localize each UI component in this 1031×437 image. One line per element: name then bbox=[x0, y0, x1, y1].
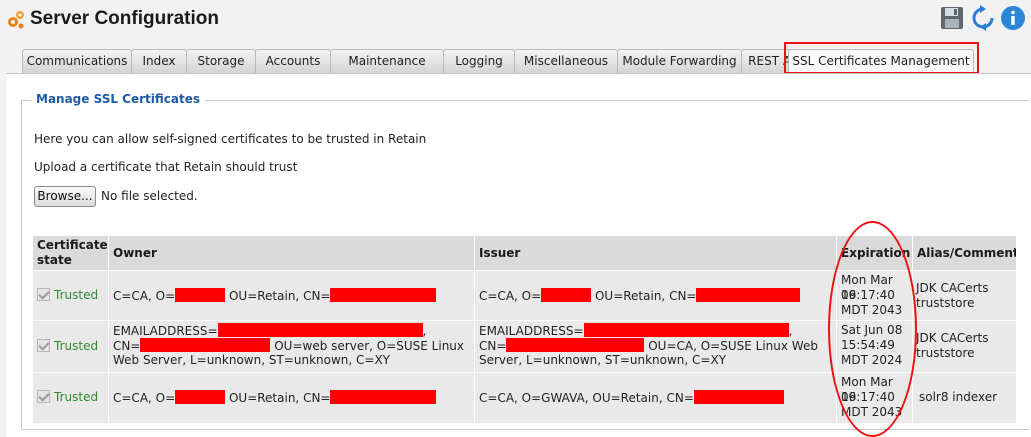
owner-cell: EMAILADDRESS=, CN= OU=web server, O=SUSE… bbox=[109, 321, 474, 372]
section-description: Here you can allow self-signed certifica… bbox=[34, 132, 427, 146]
tab-index[interactable]: Index bbox=[131, 49, 187, 73]
trusted-checkbox[interactable] bbox=[37, 390, 50, 403]
info-icon[interactable] bbox=[1000, 5, 1026, 31]
owner-cell: C=CA, O= OU=Retain, CN= bbox=[109, 373, 474, 423]
header-bar: Server Configuration bbox=[0, 0, 1031, 40]
upload-label: Upload a certificate that Retain should … bbox=[34, 160, 298, 174]
state-label: Trusted bbox=[54, 390, 99, 404]
alias-cell: solr8 indexer bbox=[913, 373, 1016, 423]
tab-logging[interactable]: Logging bbox=[443, 49, 515, 73]
redaction-mark bbox=[583, 323, 789, 337]
redaction-mark bbox=[541, 288, 592, 302]
tab-miscellaneous[interactable]: Miscellaneous bbox=[514, 49, 618, 73]
redaction-mark bbox=[696, 288, 801, 302]
issuer-cell: C=CA, O= OU=Retain, CN= bbox=[475, 271, 836, 320]
col-header-owner: Owner bbox=[109, 236, 474, 270]
redaction-mark bbox=[506, 338, 645, 352]
redaction-mark bbox=[330, 390, 437, 404]
alias-cell: JDK CACerts truststore bbox=[913, 321, 1016, 372]
floppy-disk-icon[interactable] bbox=[939, 5, 965, 31]
tab-accounts[interactable]: Accounts bbox=[255, 49, 331, 73]
browse-button[interactable]: Browse... bbox=[34, 186, 96, 207]
state-label: Trusted bbox=[54, 339, 99, 353]
file-status: No file selected. bbox=[101, 189, 198, 203]
issuer-cell: C=CA, O=GWAVA, OU=Retain, CN= bbox=[475, 373, 836, 423]
redaction-mark bbox=[330, 288, 437, 302]
col-header-state: Certificate state bbox=[33, 236, 108, 270]
redaction-mark bbox=[140, 338, 271, 352]
tab-maintenance[interactable]: Maintenance bbox=[330, 49, 444, 73]
alias-cell: JDK CACerts truststore bbox=[913, 271, 1016, 320]
table-row: Trusted bbox=[33, 271, 108, 320]
redaction-mark bbox=[175, 390, 226, 404]
tab-communications[interactable]: Communications bbox=[22, 49, 132, 73]
redaction-mark bbox=[217, 323, 423, 337]
refresh-icon[interactable] bbox=[970, 5, 996, 31]
table-row: Trusted bbox=[33, 373, 108, 423]
col-header-issuer: Issuer bbox=[475, 236, 836, 270]
owner-cell: C=CA, O= OU=Retain, CN= bbox=[109, 271, 474, 320]
tab-module-forwarding[interactable]: Module Forwarding bbox=[617, 49, 742, 73]
col-header-alias: Alias/Comment bbox=[913, 236, 1016, 270]
issuer-cell: EMAILADDRESS=, CN= OU=CA, O=SUSE Linux W… bbox=[475, 321, 836, 372]
gears-icon bbox=[8, 11, 24, 29]
trusted-checkbox[interactable] bbox=[37, 288, 50, 301]
page-title: Server Configuration bbox=[30, 8, 219, 29]
state-label: Trusted bbox=[54, 288, 99, 302]
redaction-mark bbox=[175, 288, 226, 302]
table-row: Trusted bbox=[33, 321, 108, 372]
trusted-checkbox[interactable] bbox=[37, 339, 50, 352]
tab-storage[interactable]: Storage bbox=[186, 49, 256, 73]
section-legend: Manage SSL Certificates bbox=[31, 92, 205, 106]
expiration-highlight bbox=[828, 221, 917, 437]
redaction-mark bbox=[693, 390, 784, 404]
active-tab-highlight bbox=[784, 42, 979, 74]
